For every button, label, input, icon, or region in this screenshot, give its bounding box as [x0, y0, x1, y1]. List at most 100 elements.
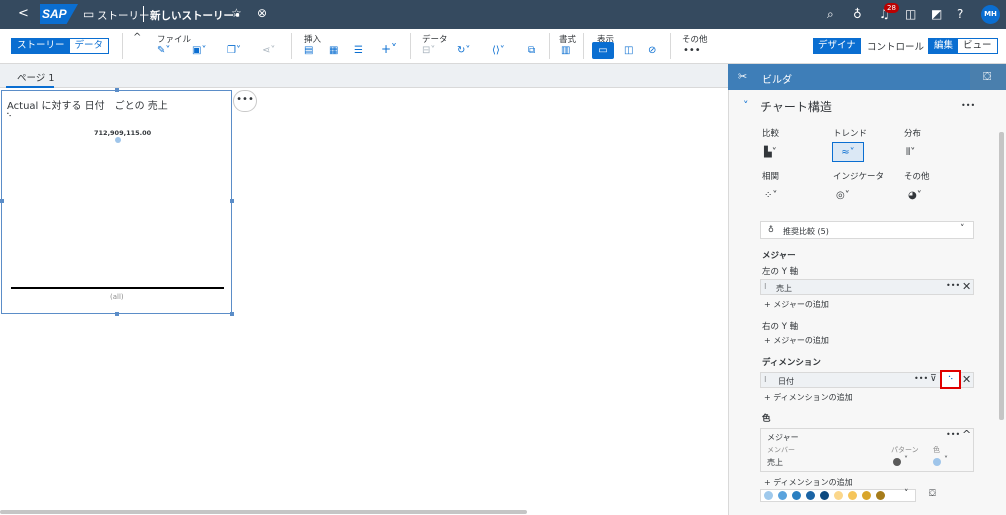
tab-data[interactable]: データ: [69, 39, 109, 53]
resize-handle[interactable]: [230, 312, 234, 316]
link-icon[interactable]: ⧉: [528, 45, 535, 56]
group-format: 書式: [559, 35, 577, 45]
chevron-down-icon[interactable]: ˅: [944, 455, 948, 464]
tab-page-1[interactable]: ページ 1: [17, 70, 54, 84]
section-more-icon[interactable]: •••: [961, 101, 975, 110]
drag-handle-icon[interactable]: ⁝: [764, 282, 767, 291]
palette-swatch: [848, 491, 857, 500]
resize-handle[interactable]: [0, 199, 4, 203]
formula-icon[interactable]: ⟨⟩˅: [492, 45, 505, 56]
save-icon[interactable]: ▣˅: [192, 45, 206, 56]
item-more-icon[interactable]: •••: [914, 374, 928, 383]
add-dimension-link[interactable]: + ディメンションの追加: [764, 392, 853, 403]
trend-chart-icon[interactable]: ≈˅: [832, 142, 864, 162]
chevron-down-icon[interactable]: ˅: [904, 455, 908, 464]
data-label: 712,909,115.00: [94, 129, 152, 137]
dimension-item-label: 日付: [778, 377, 794, 386]
lightbulb-icon[interactable]: ♁: [853, 7, 862, 21]
data-source-icon[interactable]: ⊟˅: [422, 45, 435, 56]
story-label[interactable]: ストーリー: [97, 8, 150, 23]
collapse-icon[interactable]: ^: [133, 32, 141, 43]
refresh-icon[interactable]: ↻˅: [457, 45, 470, 56]
view-button[interactable]: ビュー: [958, 39, 997, 53]
panel-icon[interactable]: ◫: [624, 45, 633, 56]
bar-chart-icon[interactable]: ▙˅: [764, 143, 796, 163]
chevron-up-icon[interactable]: ^: [962, 428, 971, 441]
filter-icon[interactable]: ⊽: [930, 374, 937, 384]
col-color: 色: [933, 446, 940, 454]
chevron-down-icon[interactable]: ˅: [743, 99, 749, 112]
remove-icon[interactable]: ✕: [962, 280, 971, 293]
palette-edit-icon[interactable]: ⛋: [929, 489, 936, 499]
palette-swatch: [834, 491, 843, 500]
widget-more-button[interactable]: •••: [233, 90, 257, 112]
lightbulb-icon: ♁: [768, 225, 774, 234]
hierarchy-icon[interactable]: ⠑: [940, 370, 961, 389]
share-icon[interactable]: ⋖˅: [262, 45, 275, 56]
back-icon[interactable]: <: [18, 6, 29, 21]
palette-swatch: [862, 491, 871, 500]
pattern-swatch[interactable]: [893, 458, 901, 466]
tools-icon[interactable]: ✎˅: [157, 45, 170, 56]
format-icon[interactable]: ▥: [561, 45, 570, 56]
divider: [410, 33, 411, 59]
add-measure-right-link[interactable]: + メジャーの追加: [764, 335, 829, 346]
item-more-icon[interactable]: •••: [946, 281, 960, 290]
group-data: データ: [422, 35, 448, 45]
divider: [583, 33, 584, 59]
story-data-toggle[interactable]: ストーリー データ: [11, 38, 110, 54]
paint-icon[interactable]: ⛋: [983, 70, 991, 84]
color-title: 色: [762, 414, 771, 424]
search-icon[interactable]: ⌕: [827, 7, 834, 22]
item-more-icon[interactable]: •••: [946, 430, 960, 439]
add-measure-link[interactable]: + メジャーの追加: [764, 299, 829, 310]
control-button[interactable]: コントロール: [867, 39, 924, 53]
donut-chart-icon[interactable]: ◕˅: [908, 186, 940, 206]
vertical-scrollbar[interactable]: [999, 132, 1004, 420]
help-icon[interactable]: ?: [957, 7, 963, 21]
more-icon[interactable]: •••: [683, 45, 701, 56]
horizontal-scrollbar[interactable]: [0, 510, 527, 514]
resize-handle[interactable]: [230, 199, 234, 203]
edit-view-toggle[interactable]: 編集 ビュー: [928, 38, 998, 54]
type-trend-label: トレンド: [833, 129, 868, 139]
filter-insert-icon[interactable]: ☰: [354, 45, 363, 56]
designer-button[interactable]: デザイナ: [813, 38, 861, 54]
distribution-chart-icon[interactable]: ⫴˅: [906, 143, 938, 163]
suggest-dropdown[interactable]: ♁ 推奨比較 (5) ˅: [760, 221, 974, 239]
table-insert-icon[interactable]: ▦: [329, 45, 338, 56]
zoom-icon[interactable]: ⠑: [6, 112, 12, 121]
tab-story[interactable]: ストーリー: [12, 39, 70, 53]
copy-icon[interactable]: ❐˅: [227, 45, 241, 56]
remove-icon[interactable]: ✕: [962, 373, 971, 386]
feedback-icon[interactable]: ◩: [931, 7, 942, 21]
avatar[interactable]: MH: [981, 5, 1000, 24]
divider: [670, 33, 671, 59]
discussion-icon[interactable]: ◫: [905, 7, 916, 21]
data-point[interactable]: [115, 137, 121, 143]
add-icon[interactable]: +˅: [381, 42, 397, 56]
comment-icon[interactable]: ▭: [592, 42, 614, 59]
add-color-dimension-link[interactable]: + ディメンションの追加: [764, 477, 853, 488]
divider: [549, 33, 550, 59]
compass-icon[interactable]: ⊘: [648, 45, 656, 56]
close-story-icon[interactable]: ⊗: [257, 6, 267, 20]
col-member: メンバー: [767, 446, 795, 454]
chevron-down-icon: ˅: [904, 489, 909, 499]
drag-handle-icon[interactable]: ⁝: [764, 375, 767, 384]
scatter-chart-icon[interactable]: ⁘˅: [764, 186, 796, 206]
resize-handle[interactable]: [115, 88, 119, 92]
resize-handle[interactable]: [115, 312, 119, 316]
indicator-chart-icon[interactable]: ◎˅: [836, 186, 868, 206]
color-swatch[interactable]: [933, 458, 941, 466]
measure-item[interactable]: ⁝ 売上 ••• ✕: [760, 279, 974, 295]
toolbar: ストーリー データ ^ ファイル ✎˅ ▣˅ ❐˅ ⋖˅ 挿入 ▤ ▦ ☰ +˅…: [0, 29, 1006, 64]
divider: [291, 33, 292, 59]
chart-widget[interactable]: Actual に対する 日付 ごとの 売上 ⠑ 712,909,115.00 (…: [1, 90, 232, 314]
favorite-icon[interactable]: ☆: [231, 6, 242, 20]
edit-button[interactable]: 編集: [929, 39, 959, 53]
chart-structure-title[interactable]: チャート構造: [760, 98, 832, 115]
palette-swatch: [820, 491, 829, 500]
story-title[interactable]: 新しいストーリー•: [150, 8, 241, 23]
chart-insert-icon[interactable]: ▤: [304, 45, 313, 56]
